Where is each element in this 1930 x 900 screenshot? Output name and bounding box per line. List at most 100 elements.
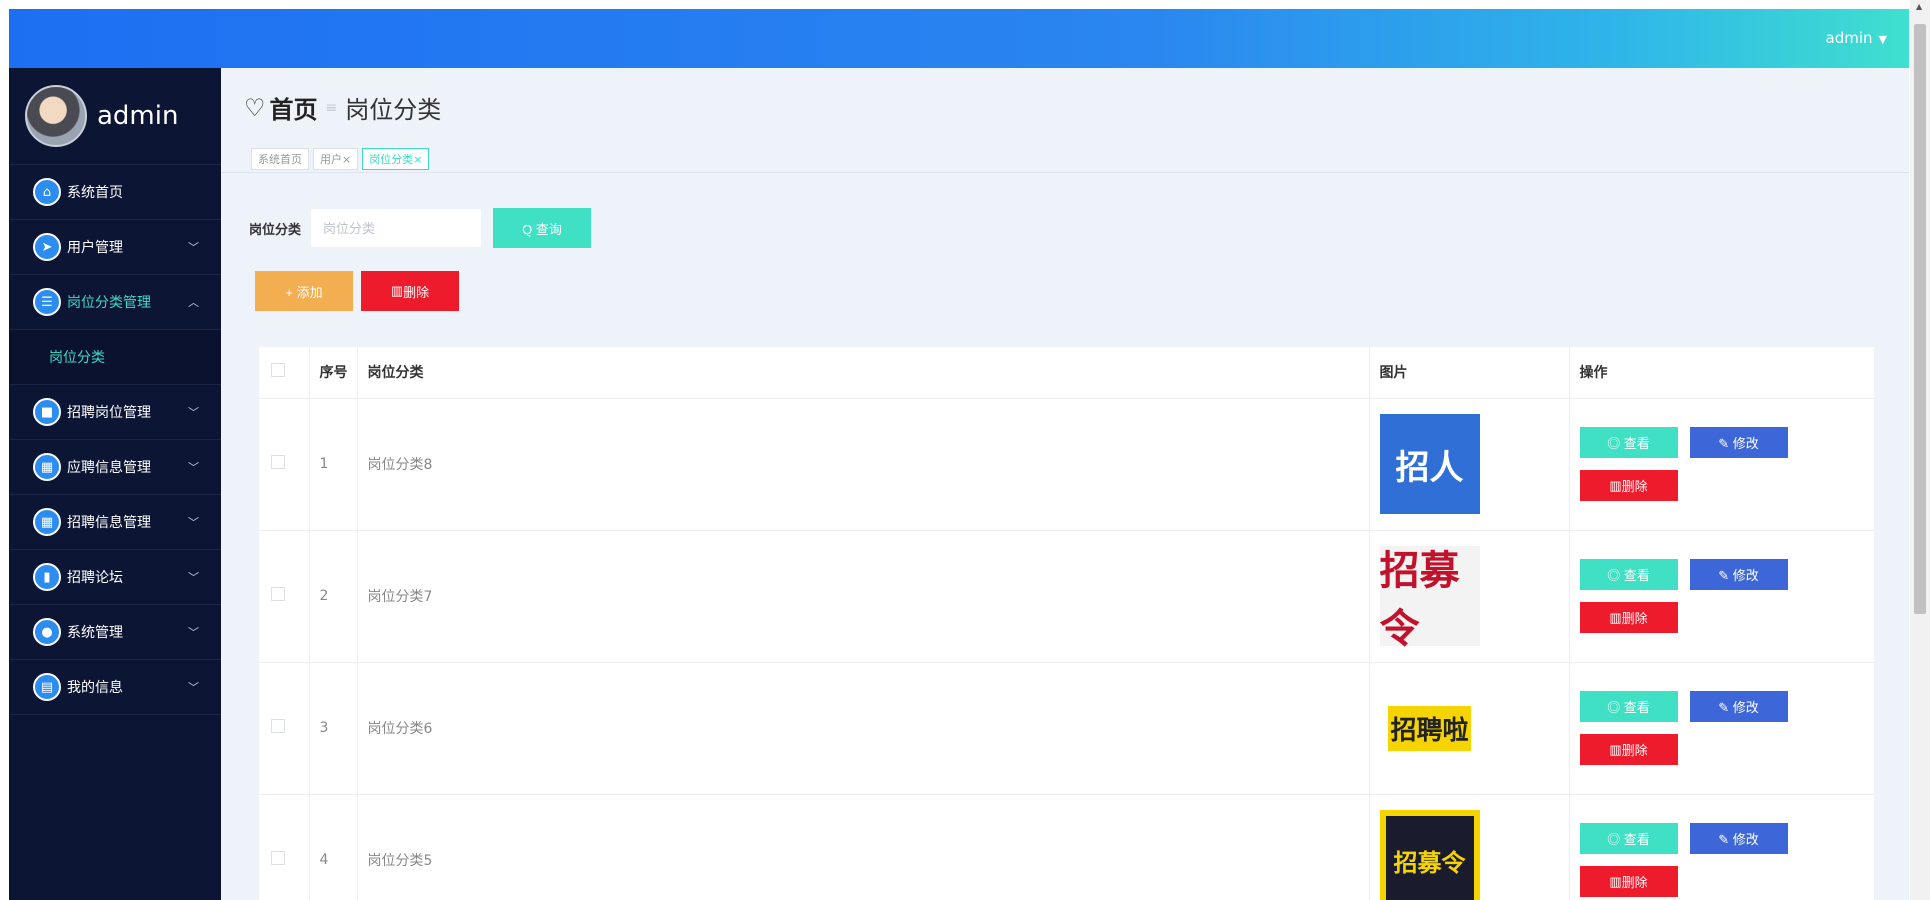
sidebar-item-jobs[interactable]: ■ 招聘岗位管理 ﹀ <box>9 385 221 440</box>
row-delete-label: 删除 <box>1621 479 1648 494</box>
edit-button[interactable]: ✎ 修改 <box>1689 823 1788 854</box>
edit-button[interactable]: ✎ 修改 <box>1689 427 1788 458</box>
row-select-cell <box>259 530 310 663</box>
sidebar-item-label: 招聘岗位管理 <box>67 405 151 421</box>
row-checkbox[interactable] <box>271 587 285 601</box>
query-button[interactable]: Q 查询 <box>493 208 592 248</box>
row-checkbox[interactable] <box>271 851 285 865</box>
caret-down-icon: ▼ <box>1878 33 1887 46</box>
scroll-up-icon[interactable]: ▲ <box>1916 2 1922 11</box>
row-delete-button[interactable]: ▥ 删除 <box>1579 470 1678 501</box>
edit-button[interactable]: ✎ 修改 <box>1689 691 1788 722</box>
header-name: 岗位分类 <box>357 347 1370 399</box>
chart-icon: ▮ <box>33 563 61 591</box>
card-icon: ▤ <box>33 673 61 701</box>
data-table: 序号 岗位分类 图片 操作 1 岗位分类8 招人 ◎ 查看 ✎ 修改 ▥ 删除 … <box>259 347 1874 900</box>
edit-button[interactable]: ✎ 修改 <box>1689 559 1788 590</box>
row-image: 招聘啦 <box>1379 678 1480 778</box>
chevron-down-icon: ﹀ <box>188 241 199 254</box>
row-image: 招人 <box>1379 414 1480 514</box>
row-ops: ◎ 查看 ✎ 修改 ▥ 删除 <box>1569 662 1874 795</box>
row-name: 岗位分类5 <box>357 794 1370 900</box>
row-delete-button[interactable]: ▥ 删除 <box>1579 734 1678 765</box>
row-delete-button[interactable]: ▥ 删除 <box>1579 866 1678 897</box>
add-button[interactable]: + 添加 <box>255 271 353 311</box>
sidebar-item-applications[interactable]: ▦ 应聘信息管理 ﹀ <box>9 440 221 495</box>
sidebar-item-label: 应聘信息管理 <box>67 460 151 476</box>
sidebar-item-home[interactable]: ⌂ 系统首页 <box>9 165 221 220</box>
user-name: admin <box>1825 29 1873 47</box>
page-header: ♡ 首页 ≡ 岗位分类 系统首页 用户× 岗位分类× <box>221 68 1909 173</box>
tab-home[interactable]: 系统首页 <box>251 148 309 170</box>
tab-job-category[interactable]: 岗位分类× <box>362 148 430 170</box>
breadcrumb-home[interactable]: 首页 <box>270 90 318 125</box>
breadcrumb-separator: ≡ <box>325 99 338 116</box>
sidebar-item-recruit-info[interactable]: ▦ 招聘信息管理 ﹀ <box>9 495 221 550</box>
row-image: 招募令 <box>1379 810 1480 900</box>
top-bar: admin ▼ <box>9 9 1909 68</box>
search-input[interactable] <box>311 209 482 247</box>
app-frame: admin ▼ admin ⌂ 系统首页 ➤ 用户管理 ﹀ ☰ 岗位分类管理 ︿ … <box>9 9 1909 900</box>
table-row: 4 岗位分类5 招募令 ◎ 查看 ✎ 修改 ▥ 删除 <box>259 794 1874 900</box>
header-ops: 操作 <box>1569 347 1874 399</box>
row-no: 3 <box>309 662 358 795</box>
row-delete-label: 删除 <box>1621 743 1648 758</box>
brand-name: admin <box>97 101 179 131</box>
select-all-checkbox[interactable] <box>271 363 285 378</box>
search-bar: 岗位分类 Q 查询 <box>249 208 592 248</box>
action-bar: + 添加 ▥ 删除 <box>255 271 459 311</box>
table-row: 1 岗位分类8 招人 ◎ 查看 ✎ 修改 ▥ 删除 <box>259 398 1874 531</box>
home-icon: ⌂ <box>33 178 61 206</box>
page-scrollbar[interactable]: ▲ <box>1910 0 1930 900</box>
row-ops: ◎ 查看 ✎ 修改 ▥ 删除 <box>1569 398 1874 531</box>
sidebar-item-label: 系统管理 <box>67 625 123 641</box>
row-image-cell: 招募令 <box>1369 794 1570 900</box>
sidebar-item-my-info[interactable]: ▤ 我的信息 ﹀ <box>9 660 221 715</box>
row-delete-button[interactable]: ▥ 删除 <box>1579 602 1678 633</box>
row-no: 4 <box>309 794 358 900</box>
grid-icon: ▦ <box>33 453 61 481</box>
row-checkbox[interactable] <box>271 455 285 469</box>
chevron-down-icon: ﹀ <box>188 406 199 419</box>
main-content: ♡ 首页 ≡ 岗位分类 系统首页 用户× 岗位分类× 岗位分类 Q 查询 + 添… <box>221 68 1909 900</box>
scrollbar-thumb[interactable] <box>1914 24 1926 614</box>
row-name: 岗位分类8 <box>357 398 1370 531</box>
tab-users[interactable]: 用户× <box>313 148 359 170</box>
row-name: 岗位分类6 <box>357 662 1370 795</box>
sidebar-item-label: 系统首页 <box>67 185 123 201</box>
sidebar-item-forum[interactable]: ▮ 招聘论坛 ﹀ <box>9 550 221 605</box>
table-header-row: 序号 岗位分类 图片 操作 <box>259 347 1874 399</box>
view-button[interactable]: ◎ 查看 <box>1579 823 1678 854</box>
list-icon: ☰ <box>33 288 61 316</box>
chevron-down-icon: ﹀ <box>188 626 199 639</box>
table-row: 3 岗位分类6 招聘啦 ◎ 查看 ✎ 修改 ▥ 删除 <box>259 662 1874 795</box>
user-menu[interactable]: admin ▼ <box>1826 29 1887 47</box>
chevron-down-icon: ﹀ <box>188 461 199 474</box>
sidebar-item-system[interactable]: ● 系统管理 ﹀ <box>9 605 221 660</box>
view-button[interactable]: ◎ 查看 <box>1579 427 1678 458</box>
sidebar-item-job-category[interactable]: ☰ 岗位分类管理 ︿ <box>9 275 221 330</box>
row-select-cell <box>259 662 310 795</box>
trash-icon: ▥ <box>390 283 404 298</box>
sidebar-item-label: 岗位分类管理 <box>67 295 151 311</box>
view-button[interactable]: ◎ 查看 <box>1579 691 1678 722</box>
view-button[interactable]: ◎ 查看 <box>1579 559 1678 590</box>
tab-bar: 系统首页 用户× 岗位分类× <box>251 148 430 170</box>
row-delete-label: 删除 <box>1621 611 1648 626</box>
sidebar-item-users[interactable]: ➤ 用户管理 ﹀ <box>9 220 221 275</box>
breadcrumb-current: 岗位分类 <box>345 96 442 124</box>
row-no: 1 <box>309 398 358 531</box>
avatar <box>25 85 87 147</box>
chevron-up-icon: ︿ <box>188 296 199 309</box>
row-delete-label: 删除 <box>1621 875 1648 890</box>
table-row: 2 岗位分类7 招募令 ◎ 查看 ✎ 修改 ▥ 删除 <box>259 530 1874 663</box>
submenu-item-job-category[interactable]: 岗位分类 <box>9 330 221 385</box>
row-checkbox[interactable] <box>271 719 285 733</box>
delete-button[interactable]: ▥ 删除 <box>361 271 459 311</box>
briefcase-icon: ■ <box>33 398 61 426</box>
header-image: 图片 <box>1369 347 1570 399</box>
row-image-cell: 招募令 <box>1369 530 1570 663</box>
grid-icon: ▦ <box>33 508 61 536</box>
row-ops: ◎ 查看 ✎ 修改 ▥ 删除 <box>1569 794 1874 900</box>
row-image-text: 招聘啦 <box>1388 705 1471 751</box>
